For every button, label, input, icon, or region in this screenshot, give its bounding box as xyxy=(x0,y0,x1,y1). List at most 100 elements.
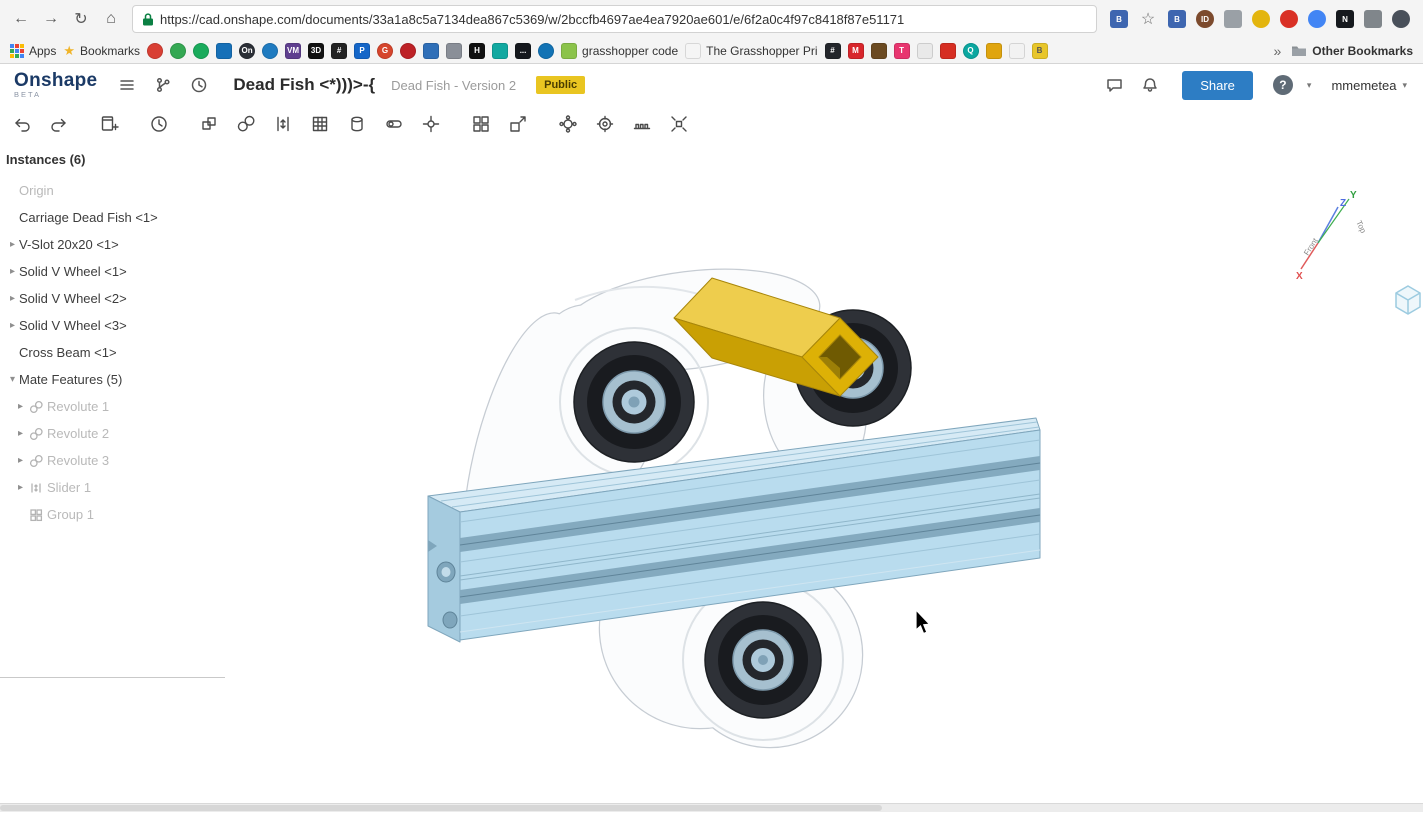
favicon[interactable] xyxy=(985,42,1002,59)
apps-shortcut[interactable]: Apps xyxy=(10,43,56,58)
replicate-icon[interactable] xyxy=(506,112,530,136)
history-clock-icon[interactable] xyxy=(187,73,211,97)
expand-arrow-icon[interactable]: ▾ xyxy=(6,374,19,385)
favicon[interactable]: B xyxy=(1031,42,1048,59)
horizontal-scrollbar[interactable] xyxy=(0,803,1423,812)
favicon[interactable] xyxy=(870,42,887,59)
favicon[interactable]: # xyxy=(824,42,841,59)
favicon[interactable]: # xyxy=(331,42,348,59)
favicon[interactable]: P xyxy=(354,42,371,59)
favicon[interactable]: On xyxy=(239,42,256,59)
extension-icon[interactable] xyxy=(1364,10,1382,28)
instance-row[interactable]: Group 1 xyxy=(0,501,225,528)
favicon[interactable]: H xyxy=(469,42,486,59)
expand-arrow-icon[interactable]: ▸ xyxy=(6,320,19,331)
scrollbar-thumb[interactable] xyxy=(0,805,883,811)
favicon[interactable]: M xyxy=(847,42,864,59)
extension-icon[interactable] xyxy=(1224,10,1242,28)
favicon[interactable] xyxy=(193,42,210,59)
history-icon[interactable] xyxy=(147,112,171,136)
expand-arrow-icon[interactable]: ▸ xyxy=(14,401,27,412)
orientation-triad[interactable]: X Z Y Front Top xyxy=(1296,190,1368,282)
onshape-logo[interactable]: Onshape BETA xyxy=(14,71,97,99)
favicon[interactable] xyxy=(538,42,555,59)
bookmarks-shortcut[interactable]: ★ Bookmarks xyxy=(63,43,140,59)
rack-pinion-icon[interactable] xyxy=(630,112,654,136)
back-icon[interactable]: ← xyxy=(8,6,34,32)
instance-row[interactable]: ▸ Solid V Wheel <3> xyxy=(0,312,225,339)
bookmark-grasshopper-code[interactable]: grasshopper code xyxy=(561,42,678,59)
expand-arrow-icon[interactable]: ▸ xyxy=(6,293,19,304)
refresh-icon[interactable]: ↻ xyxy=(68,6,94,32)
extension-icon[interactable]: B xyxy=(1110,10,1128,28)
instance-row[interactable]: Cross Beam <1> xyxy=(0,339,225,366)
expand-arrow-icon[interactable]: ▸ xyxy=(14,455,27,466)
favicon[interactable]: T xyxy=(893,42,910,59)
extension-icon[interactable]: ID xyxy=(1196,10,1214,28)
versions-branch-icon[interactable] xyxy=(151,73,175,97)
gear-relation-icon[interactable] xyxy=(556,112,580,136)
favicon[interactable] xyxy=(423,42,440,59)
bookmarks-overflow-icon[interactable]: » xyxy=(1270,43,1286,59)
extension-icon[interactable] xyxy=(1392,10,1410,28)
view-cube-icon[interactable] xyxy=(1395,285,1421,315)
comment-icon[interactable] xyxy=(1102,73,1126,97)
favicon[interactable]: 3D xyxy=(308,42,325,59)
expand-arrow-icon[interactable]: ▸ xyxy=(6,239,19,250)
instance-row[interactable]: Origin xyxy=(0,177,225,204)
favicon[interactable]: Q xyxy=(962,42,979,59)
bookmark-star-icon[interactable]: ☆ xyxy=(1137,9,1159,29)
favicon[interactable] xyxy=(400,42,417,59)
instance-row[interactable]: ▸ Solid V Wheel <1> xyxy=(0,258,225,285)
favicon[interactable] xyxy=(1008,42,1025,59)
group-icon[interactable] xyxy=(469,112,493,136)
panel-divider[interactable] xyxy=(0,677,225,678)
ball-mate-icon[interactable] xyxy=(419,112,443,136)
expand-arrow-icon[interactable]: ▸ xyxy=(14,482,27,493)
user-menu[interactable]: mmemetea ▾ xyxy=(1331,78,1409,93)
instance-row[interactable]: ▾ Mate Features (5) xyxy=(0,366,225,393)
favicon[interactable] xyxy=(916,42,933,59)
help-icon[interactable]: ? xyxy=(1272,75,1293,95)
share-button[interactable]: Share xyxy=(1182,70,1253,100)
insert-icon[interactable] xyxy=(97,112,121,136)
favicon[interactable] xyxy=(492,42,509,59)
instance-row[interactable]: ▸ Revolute 3 xyxy=(0,447,225,474)
favicon[interactable] xyxy=(939,42,956,59)
favicon[interactable] xyxy=(170,42,187,59)
favicon[interactable] xyxy=(216,42,233,59)
cylindrical-mate-icon[interactable] xyxy=(345,112,369,136)
pin-slot-mate-icon[interactable] xyxy=(382,112,406,136)
favicon[interactable] xyxy=(446,42,463,59)
favicon[interactable] xyxy=(262,42,279,59)
favicon[interactable]: VM xyxy=(285,42,302,59)
instance-row[interactable]: ▸ Slider 1 xyxy=(0,474,225,501)
instance-row[interactable]: ▸ V-Slot 20x20 <1> xyxy=(0,231,225,258)
redo-icon[interactable] xyxy=(47,112,71,136)
instance-row[interactable]: Carriage Dead Fish <1> xyxy=(0,204,225,231)
instance-row[interactable]: ▸ Revolute 2 xyxy=(0,420,225,447)
slider-mate-icon[interactable] xyxy=(271,112,295,136)
other-bookmarks-folder[interactable]: Other Bookmarks xyxy=(1291,44,1413,58)
bookmark-grasshopper-primer[interactable]: The Grasshopper Pri xyxy=(685,42,818,59)
extension-icon[interactable] xyxy=(1280,10,1298,28)
menu-icon[interactable] xyxy=(115,73,139,97)
extension-icon[interactable] xyxy=(1308,10,1326,28)
home-icon[interactable]: ⌂ xyxy=(98,6,124,32)
undo-icon[interactable] xyxy=(10,112,34,136)
forward-icon[interactable]: → xyxy=(38,6,64,32)
instance-row[interactable]: ▸ Solid V Wheel <2> xyxy=(0,285,225,312)
favicon[interactable] xyxy=(147,42,164,59)
address-bar[interactable]: https://cad.onshape.com/documents/33a1a8… xyxy=(132,5,1097,33)
extension-icon[interactable]: B xyxy=(1168,10,1186,28)
expand-arrow-icon[interactable]: ▸ xyxy=(14,428,27,439)
extension-icon[interactable]: N xyxy=(1336,10,1354,28)
screw-relation-icon[interactable] xyxy=(593,112,617,136)
extension-icon[interactable] xyxy=(1252,10,1270,28)
expand-arrow-icon[interactable]: ▸ xyxy=(6,266,19,277)
favicon[interactable]: ... xyxy=(515,42,532,59)
instance-row[interactable]: ▸ Revolute 1 xyxy=(0,393,225,420)
fastened-mate-icon[interactable] xyxy=(197,112,221,136)
notifications-bell-icon[interactable] xyxy=(1138,73,1162,97)
revolute-mate-icon[interactable] xyxy=(234,112,258,136)
